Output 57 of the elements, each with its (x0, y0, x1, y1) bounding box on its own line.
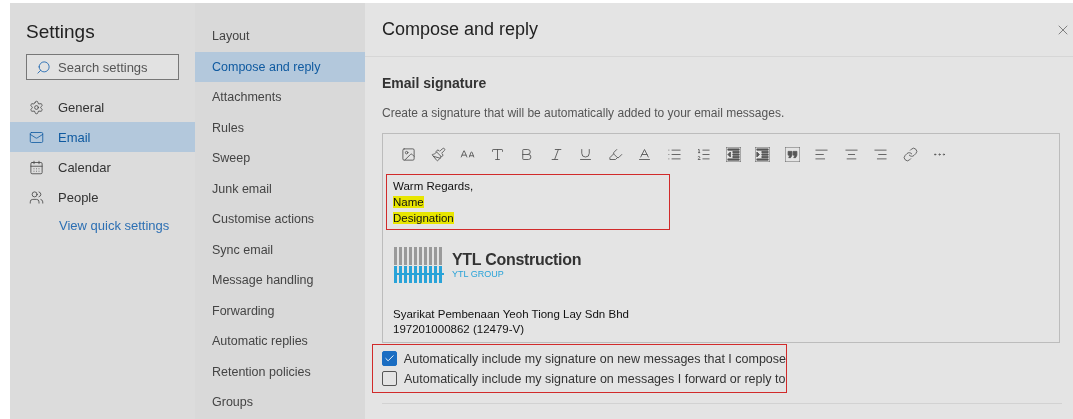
align-center-icon[interactable] (843, 146, 859, 162)
text-size-icon[interactable] (489, 146, 505, 162)
logo-icon (394, 247, 444, 283)
signature-line: Syarikat Pembenaan Yeoh Tiong Lay Sdn Bhd (393, 308, 629, 320)
underline-icon[interactable] (578, 146, 593, 162)
italic-icon[interactable] (548, 146, 564, 162)
subcategory-item[interactable]: Junk email (195, 173, 365, 204)
checkbox-label: Automatically include my signature on messages I forward or reply to (404, 371, 786, 386)
bulleted-list-icon[interactable] (666, 146, 682, 162)
category-item[interactable]: Email (10, 122, 195, 152)
signature-line: 197201000862 (12479-V) (393, 323, 525, 335)
company-group: YTL GROUP (452, 269, 582, 279)
subcategory-item[interactable]: Attachments (195, 82, 365, 113)
checkbox-label: Automatically include my signature on new messages that I compose (403, 351, 786, 366)
check-icon (383, 353, 395, 364)
view-quick-settings-link[interactable]: View quick settings (10, 218, 195, 233)
numbered-list-icon[interactable] (696, 146, 711, 162)
calendar-icon (29, 159, 44, 175)
align-left-icon[interactable] (814, 146, 829, 162)
subcategory-item[interactable]: Message handling (195, 265, 365, 296)
signature-editor[interactable]: Warm Regards, Name Designation YTL Construction YTL GROUP Syarikat Pembenaan Yeoh Tiong Lay Sdn Bhd 197201000862 (12479-V) (382, 133, 1060, 343)
search-field[interactable]: Search settings (26, 54, 179, 80)
category-item[interactable]: General (10, 92, 195, 122)
search-icon (36, 60, 51, 75)
people-icon (29, 189, 44, 205)
quote-icon[interactable] (784, 146, 800, 162)
gear-icon (29, 99, 44, 115)
settings-title: Settings (25, 21, 96, 43)
section-description: Create a signature that will be automatically added to your email messages. (382, 106, 786, 120)
checkbox[interactable] (382, 371, 397, 386)
company-name: YTL Construction (452, 251, 582, 269)
indent-increase-icon[interactable] (755, 146, 770, 162)
subcategory-item[interactable]: Compose and reply (195, 51, 365, 82)
highlighter-icon[interactable] (607, 146, 623, 162)
subcategory-item[interactable]: Rules (195, 112, 365, 143)
subcategory-item[interactable]: Forwarding (195, 295, 365, 326)
signature-line: Warm Regards, (393, 180, 474, 192)
subcategory-item[interactable]: Sync email (195, 234, 365, 265)
paintbrush-icon[interactable] (430, 146, 446, 162)
image-icon[interactable] (401, 146, 416, 162)
subcategory-item[interactable]: Sweep (195, 143, 365, 174)
category-item[interactable]: Calendar (10, 152, 195, 182)
section-title: Email signature (382, 75, 488, 91)
subcategory-item[interactable]: Retention policies (195, 356, 365, 387)
subcategory-item[interactable]: Automatic replies (195, 326, 365, 357)
subcategory-item[interactable]: Customise actions (195, 204, 365, 235)
mail-icon (29, 129, 44, 145)
subcategory-item[interactable]: Groups (195, 387, 365, 418)
checkbox[interactable] (382, 351, 397, 366)
category-item[interactable]: People (10, 182, 195, 212)
panel-title: Compose and reply (382, 19, 539, 40)
subcategory-item[interactable]: Layout (195, 21, 365, 52)
font-color-icon[interactable] (637, 146, 652, 162)
bold-icon[interactable] (519, 146, 534, 162)
align-right-icon[interactable] (873, 146, 888, 162)
indent-decrease-icon[interactable] (725, 146, 741, 162)
link-icon[interactable] (902, 146, 918, 162)
